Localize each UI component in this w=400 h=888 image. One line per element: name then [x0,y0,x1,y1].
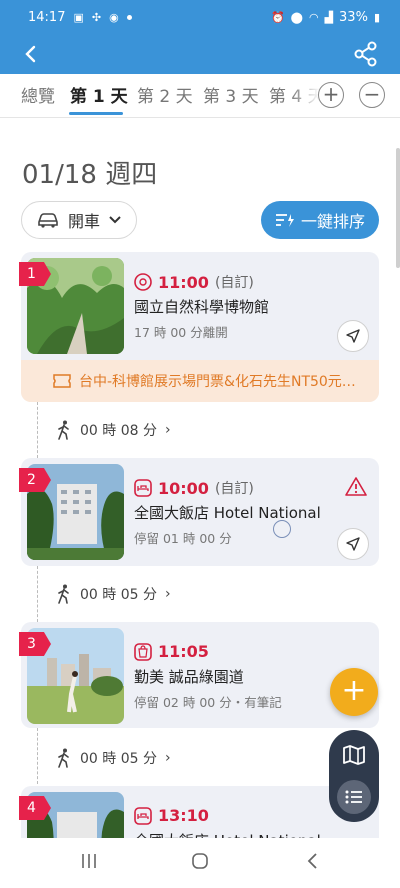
home-button[interactable] [191,852,209,870]
touch-indicator [273,520,291,538]
timeline-connector [37,566,38,622]
auto-sort-button[interactable]: 一鍵排序 [261,201,379,239]
navigate-button[interactable] [337,320,369,352]
alarm-icon: ⏰ [270,10,285,24]
walking-duration: 00 時 05 分 [80,751,157,767]
minus-icon: − [363,82,381,106]
stop-name: 國立自然科學博物館 [134,298,270,316]
chevron-right-icon: › [164,586,171,602]
car-icon [38,213,58,228]
back-button[interactable] [18,40,44,68]
hotel-icon [134,806,152,825]
status-time: 14:17 [28,9,66,25]
tab-day-3[interactable]: 第 3 天 [203,82,259,107]
chevron-left-icon [25,45,36,63]
tab-overview[interactable]: 總覽 [21,82,55,107]
plus-icon: + [341,673,367,708]
add-stop-button[interactable]: + [330,668,378,716]
attraction-icon [134,273,152,291]
wifi-icon: ◠ [308,10,319,24]
day-tabs: 總覽 第 1 天 第 2 天 第 3 天 第 4 天 + − [0,74,400,118]
stop-time-row: 13:10 [134,806,209,825]
stop-time-row: 10:00 (自訂) [134,478,254,498]
location-icon: ⬤ [290,10,303,24]
ticket-text: 台中-科博館展示場門票&化石先生NT50元… [79,374,356,390]
stop-time-row: 11:00 (自訂) [134,272,254,292]
itinerary-stop-card[interactable]: 3 11:05 勤美 誠品綠園道 停留 02 時 00 分・有筆記 [19,622,379,728]
stop-time: 11:00 [158,272,209,292]
itinerary-stop-card[interactable]: 1 11:00 (自訂) 國立自然科學博物館 17 時 00 分離開 台中-科博… [19,252,379,402]
walking-duration: 00 時 08 分 [80,423,157,439]
app-bar [0,34,400,74]
battery-percent: 33% [339,9,368,25]
tab-fade [290,74,320,114]
stop-time: 10:00 [158,478,209,498]
stop-time-row: 11:05 [134,642,209,661]
walking-icon [58,584,69,604]
line-app-icon: ◉ [109,10,119,24]
stop-time: 11:05 [158,642,209,661]
navigate-button[interactable] [337,528,369,560]
shopping-icon [134,642,152,661]
walking-segment[interactable]: 00 時 08 分 › [56,420,171,440]
screenshot-icon: ▣ [73,10,84,24]
view-toggle [329,730,379,822]
system-navigation-bar [0,838,400,888]
scrollbar[interactable] [396,148,400,268]
auto-sort-label: 一鍵排序 [300,212,365,231]
stop-time-note: (自訂) [214,481,254,497]
active-tab-indicator [69,112,123,115]
system-back-button[interactable] [306,852,320,870]
stop-name: 全國大飯店 Hotel National [134,504,321,522]
stop-time: 13:10 [158,806,209,825]
chevron-right-icon: › [164,422,171,438]
app-notification-icon: ✣ [91,10,102,24]
tab-day-1[interactable]: 第 1 天 [70,82,128,107]
itinerary-stop-card[interactable]: 2 10:00 (自訂) 全國大飯店 Hotel National 停留 01 … [19,458,379,566]
status-bar: 14:17 ▣ ✣ ◉ ⏰ ⬤ ◠ ▟ 33% ▮ [0,0,400,34]
remove-day-button[interactable]: − [359,82,385,108]
share-icon [354,41,377,67]
stop-time-note: (自訂) [214,275,254,291]
stop-meta: 停留 01 時 00 分 [134,531,232,546]
walking-icon [58,748,69,768]
ticket-icon [53,374,71,388]
timeline-connector [37,402,38,458]
chevron-down-icon [109,216,121,224]
list-icon [345,790,362,804]
more-notifications-icon [126,14,132,20]
timeline-connector [37,728,38,784]
recent-apps-button[interactable] [80,852,98,870]
navigation-arrow-icon [346,329,360,343]
hotel-icon [134,479,152,497]
walking-icon [58,420,69,440]
transport-mode-dropdown[interactable]: 開車 [21,201,137,239]
ticket-row[interactable]: 台中-科博館展示場門票&化石先生NT50元… [21,360,379,402]
stop-name: 勤美 誠品綠園道 [134,668,244,686]
share-button[interactable] [352,40,380,68]
signal-icon: ▟ [324,10,334,24]
sort-icon [275,214,294,227]
day-date-title: 01/18 週四 [22,160,158,190]
stop-meta: 17 時 00 分離開 [134,325,228,340]
plus-icon: + [322,82,340,106]
app-screen: 14:17 ▣ ✣ ◉ ⏰ ⬤ ◠ ▟ 33% ▮ 總覽 第 1 天 第 2 天… [0,0,400,888]
walking-segment[interactable]: 00 時 05 分 › [56,748,171,768]
warning-icon[interactable] [345,476,367,496]
tab-day-2[interactable]: 第 2 天 [137,82,193,107]
stop-meta: 停留 02 時 00 分・有筆記 [134,695,282,710]
chevron-right-icon: › [164,750,171,766]
transport-mode-label: 開車 [68,212,101,231]
walking-duration: 00 時 05 分 [80,587,157,603]
map-view-button[interactable] [342,744,366,770]
list-view-button[interactable] [337,780,371,814]
map-icon [343,745,365,765]
add-day-button[interactable]: + [318,82,344,108]
navigation-arrow-icon [346,537,360,551]
walking-segment[interactable]: 00 時 05 分 › [56,584,171,604]
battery-icon: ▮ [373,10,380,24]
